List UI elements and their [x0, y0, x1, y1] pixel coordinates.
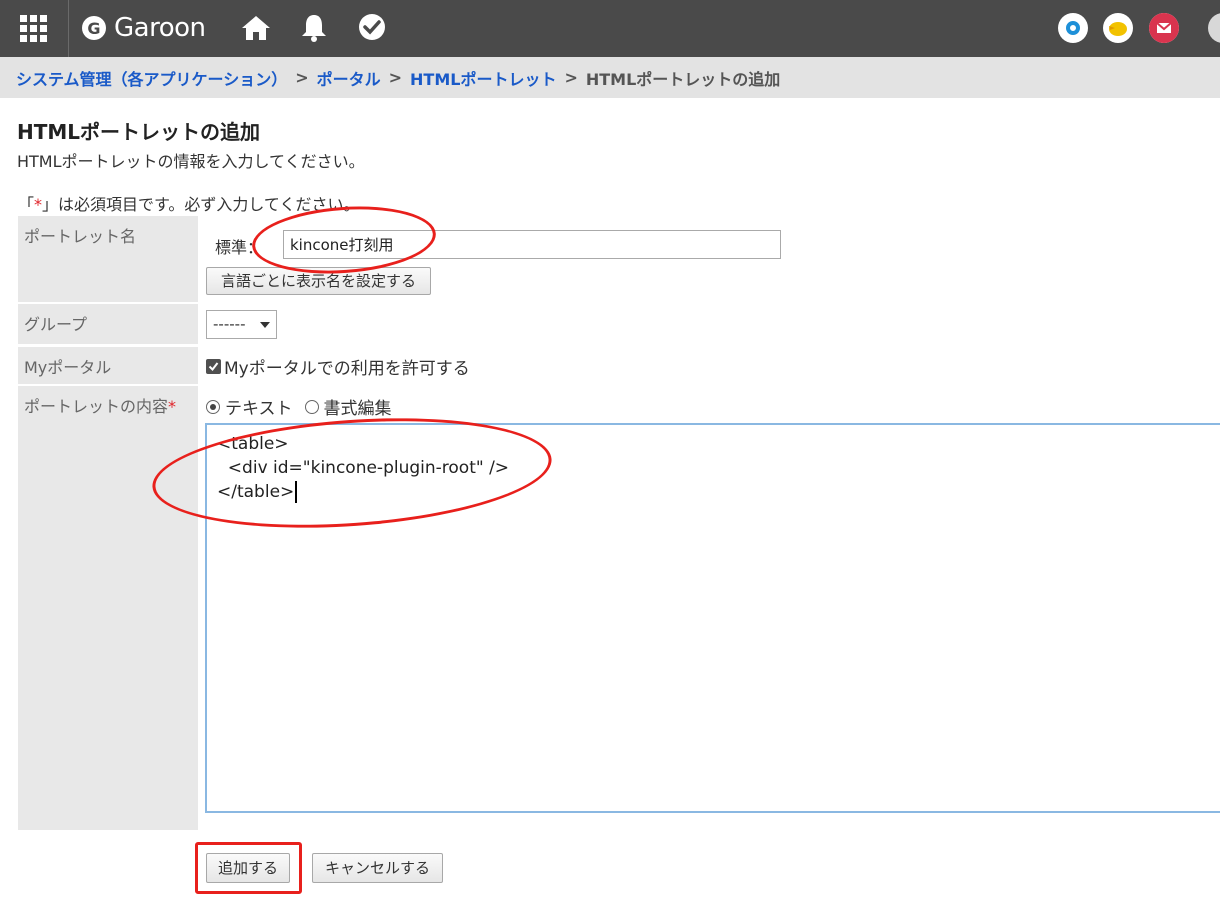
- mail-icon[interactable]: [1149, 13, 1179, 43]
- checkmark-icon: [208, 362, 219, 372]
- bird-avatar-icon[interactable]: [1103, 13, 1133, 43]
- required-star: *: [168, 397, 177, 416]
- group-label: グループ: [18, 304, 198, 344]
- radio-text-label[interactable]: テキスト: [225, 394, 293, 419]
- breadcrumb: システム管理（各アプリケーション） > ポータル > HTMLポートレット > …: [0, 57, 1220, 98]
- breadcrumb-html-portlet[interactable]: HTMLポートレット: [410, 66, 556, 90]
- bell-icon[interactable]: [297, 11, 331, 45]
- content-type-radios: テキスト 書式編集: [206, 394, 392, 419]
- group-select-value: ------: [213, 315, 246, 333]
- breadcrumb-portal[interactable]: ポータル: [317, 66, 381, 90]
- check-bubble-icon[interactable]: [355, 11, 389, 45]
- chevron-down-icon: [260, 322, 270, 328]
- user-avatar[interactable]: [1208, 13, 1220, 43]
- portlet-name-label: ポートレット名: [18, 216, 198, 302]
- annotation-rect-add-button: [195, 842, 302, 894]
- radio-text[interactable]: [206, 399, 220, 414]
- content-label: ポートレットの内容*: [18, 386, 198, 830]
- page-title: HTMLポートレットの追加: [17, 120, 261, 144]
- ring-status-icon[interactable]: [1058, 13, 1088, 43]
- group-select[interactable]: ------: [206, 310, 277, 339]
- myportal-label: Myポータル: [18, 347, 198, 384]
- radio-format-edit-label[interactable]: 書式編集: [324, 394, 392, 419]
- content-label-text: ポートレットの内容: [24, 397, 169, 416]
- apps-grid-icon: [20, 15, 47, 42]
- page-description: HTMLポートレットの情報を入力してください。: [17, 152, 365, 171]
- myportal-checkbox-row[interactable]: Myポータルでの利用を許可する: [206, 354, 470, 379]
- breadcrumb-current: HTMLポートレットの追加: [585, 69, 781, 89]
- garoon-logo-icon: G: [82, 16, 106, 40]
- garoon-logo-text: Garoon: [114, 13, 206, 43]
- home-icon[interactable]: [239, 11, 273, 45]
- radio-format-edit[interactable]: [304, 399, 319, 414]
- breadcrumb-system-admin[interactable]: システム管理（各アプリケーション）: [16, 66, 287, 90]
- required-note-open: 「: [18, 195, 35, 214]
- cancel-button[interactable]: キャンセルする: [312, 853, 443, 883]
- breadcrumb-separator: >: [388, 68, 403, 87]
- myportal-checkbox-label: Myポータルでの利用を許可する: [224, 359, 470, 379]
- required-star: *: [34, 195, 43, 214]
- myportal-checkbox[interactable]: [206, 359, 221, 374]
- top-navigation-bar: G Garoon: [0, 0, 1220, 57]
- breadcrumb-separator: >: [564, 68, 578, 87]
- apps-menu-button[interactable]: [0, 0, 69, 57]
- garoon-logo[interactable]: G Garoon: [82, 12, 206, 44]
- breadcrumb-separator: >: [295, 68, 309, 87]
